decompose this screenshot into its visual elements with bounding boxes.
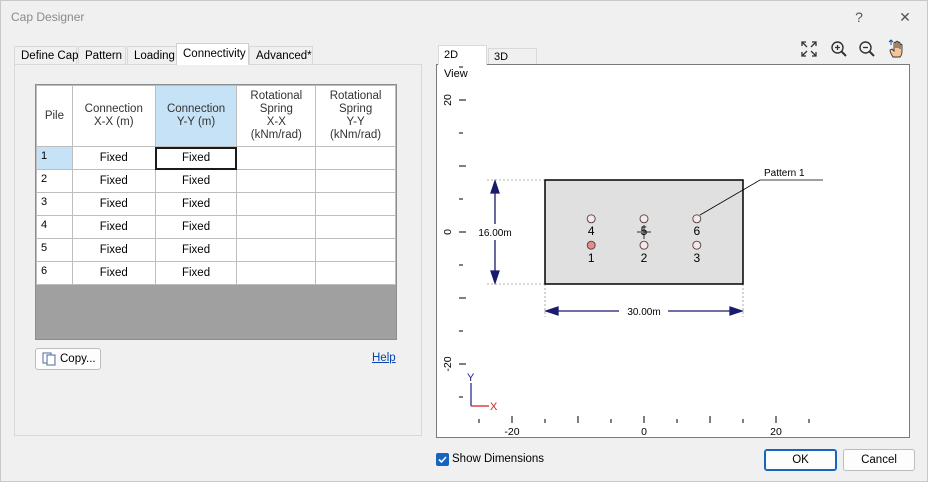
copy-icon bbox=[42, 352, 56, 366]
pile-4[interactable] bbox=[586, 214, 596, 224]
spring-yy-cell[interactable] bbox=[315, 238, 396, 262]
connection-xx-cell[interactable]: Fixed bbox=[71, 238, 156, 262]
title-bar: Cap Designer ? ✕ bbox=[1, 1, 927, 33]
row-header[interactable]: 4 bbox=[36, 215, 73, 239]
close-icon[interactable]: ✕ bbox=[891, 5, 919, 29]
table-row: 5 Fixed Fixed bbox=[36, 238, 396, 262]
pile-label: 6 bbox=[693, 224, 700, 238]
x-tick-label: 0 bbox=[641, 426, 647, 438]
connection-yy-cell[interactable]: Fixed bbox=[154, 192, 238, 216]
show-dimensions-checkbox[interactable] bbox=[436, 453, 449, 466]
row-header[interactable]: 6 bbox=[36, 261, 73, 285]
pile-label: 4 bbox=[588, 224, 595, 238]
copy-button[interactable]: Copy... bbox=[35, 348, 101, 370]
zoom-out-icon[interactable] bbox=[857, 39, 877, 59]
show-dimensions-label[interactable]: Show Dimensions bbox=[452, 453, 544, 465]
connection-yy-cell[interactable]: Fixed bbox=[154, 261, 238, 285]
y-tick-label: -20 bbox=[442, 356, 454, 371]
spring-xx-cell[interactable] bbox=[236, 238, 317, 262]
dimension-width: 30.00m bbox=[627, 307, 660, 318]
row-header[interactable]: 5 bbox=[36, 238, 73, 262]
col-header-connection-xx[interactable]: Connection X-X (m) bbox=[71, 85, 156, 147]
connection-yy-cell[interactable]: Fixed bbox=[154, 238, 238, 262]
tab-2d-view[interactable]: 2D View bbox=[438, 45, 487, 80]
pile-6[interactable] bbox=[692, 214, 702, 224]
window-title: Cap Designer bbox=[11, 10, 85, 24]
row-header[interactable]: 3 bbox=[36, 192, 73, 216]
spring-xx-cell[interactable] bbox=[236, 261, 317, 285]
col-header-rotational-spring-yy[interactable]: Rotational Spring Y-Y (kNm/rad) bbox=[315, 85, 396, 147]
spring-yy-cell[interactable] bbox=[315, 192, 396, 216]
connection-xx-cell[interactable]: Fixed bbox=[71, 215, 156, 239]
connectivity-grid[interactable]: Pile Connection X-X (m) Connection Y-Y (m)… bbox=[35, 84, 397, 340]
pile-5[interactable] bbox=[639, 214, 649, 224]
fit-icon[interactable] bbox=[799, 39, 819, 59]
x-tick-label: -20 bbox=[504, 426, 519, 438]
connection-yy-cell[interactable]: Fixed bbox=[154, 215, 238, 239]
help-link[interactable]: Help bbox=[372, 352, 396, 364]
col-header-rotational-spring-xx[interactable]: Rotational Spring X-X (kNm/rad) bbox=[236, 85, 317, 147]
table-row: 1 Fixed Fixed bbox=[36, 146, 396, 170]
table-row: 4 Fixed Fixed bbox=[36, 215, 396, 239]
col-header-pile[interactable]: Pile bbox=[36, 85, 73, 147]
connection-xx-cell[interactable]: Fixed bbox=[71, 169, 156, 193]
table-row: 2 Fixed Fixed bbox=[36, 169, 396, 193]
pile-1[interactable] bbox=[586, 240, 596, 250]
x-tick-label: 20 bbox=[770, 426, 782, 438]
cap-designer-window: Cap Designer ? ✕ Define Cap Pattern Load… bbox=[0, 0, 928, 482]
y-tick-label: 0 bbox=[442, 229, 454, 235]
pile-label: 2 bbox=[641, 251, 648, 265]
spring-xx-cell[interactable] bbox=[236, 192, 317, 216]
spring-yy-cell[interactable] bbox=[315, 146, 396, 170]
pattern-label: Pattern 1 bbox=[764, 168, 805, 179]
spring-xx-cell[interactable] bbox=[236, 169, 317, 193]
connection-xx-cell[interactable]: Fixed bbox=[71, 192, 156, 216]
spring-xx-cell[interactable] bbox=[236, 215, 317, 239]
cancel-button[interactable]: Cancel bbox=[843, 449, 915, 471]
dimension-height: 16.00m bbox=[478, 228, 511, 239]
spring-yy-cell[interactable] bbox=[315, 215, 396, 239]
axis-x-label: X bbox=[490, 401, 498, 413]
pile-label: 5 bbox=[641, 224, 648, 238]
connectivity-panel: Pile Connection X-X (m) Connection Y-Y (m)… bbox=[14, 64, 422, 436]
pile-3[interactable] bbox=[692, 240, 702, 250]
check-icon bbox=[438, 456, 447, 464]
axis-y-label: Y bbox=[467, 372, 475, 384]
plan-view: -20 0 20 20 0 -20 Pattern 1 1 2 34 5 6 1… bbox=[442, 66, 823, 438]
y-tick-label: 20 bbox=[442, 94, 454, 106]
tab-pattern[interactable]: Pattern bbox=[78, 46, 126, 65]
ok-button[interactable]: OK bbox=[764, 449, 837, 471]
connection-yy-cell[interactable]: Fixed bbox=[154, 169, 238, 193]
pile-2[interactable] bbox=[639, 240, 649, 250]
col-header-connection-yy[interactable]: Connection Y-Y (m) bbox=[154, 85, 238, 147]
connection-xx-cell[interactable]: Fixed bbox=[71, 261, 156, 285]
spring-yy-cell[interactable] bbox=[315, 169, 396, 193]
tab-define-cap[interactable]: Define Cap bbox=[14, 46, 79, 65]
2d-view-canvas[interactable]: -20 0 20 20 0 -20 Pattern 1 1 2 3 4 5 6 … bbox=[436, 64, 910, 438]
zoom-in-icon[interactable] bbox=[829, 39, 849, 59]
spring-xx-cell[interactable] bbox=[236, 146, 317, 170]
tab-3d-view[interactable]: 3D View bbox=[488, 48, 537, 79]
tab-loading[interactable]: Loading bbox=[127, 46, 177, 65]
tab-connectivity[interactable]: Connectivity bbox=[176, 43, 249, 65]
table-row: 3 Fixed Fixed bbox=[36, 192, 396, 216]
pile-label: 3 bbox=[693, 251, 700, 265]
row-header[interactable]: 2 bbox=[36, 169, 73, 193]
axis-indicator: Y X bbox=[467, 372, 498, 413]
connection-xx-cell[interactable]: Fixed bbox=[71, 146, 156, 170]
spring-yy-cell[interactable] bbox=[315, 261, 396, 285]
pan-icon[interactable] bbox=[886, 39, 906, 59]
pile-label: 1 bbox=[588, 251, 595, 265]
help-icon[interactable]: ? bbox=[845, 5, 873, 29]
connection-yy-cell[interactable]: Fixed bbox=[154, 146, 238, 170]
table-row: 6 Fixed Fixed bbox=[36, 261, 396, 285]
copy-button-label: Copy... bbox=[60, 353, 96, 365]
tab-advanced[interactable]: Advanced* bbox=[249, 46, 313, 65]
row-header[interactable]: 1 bbox=[36, 146, 73, 170]
